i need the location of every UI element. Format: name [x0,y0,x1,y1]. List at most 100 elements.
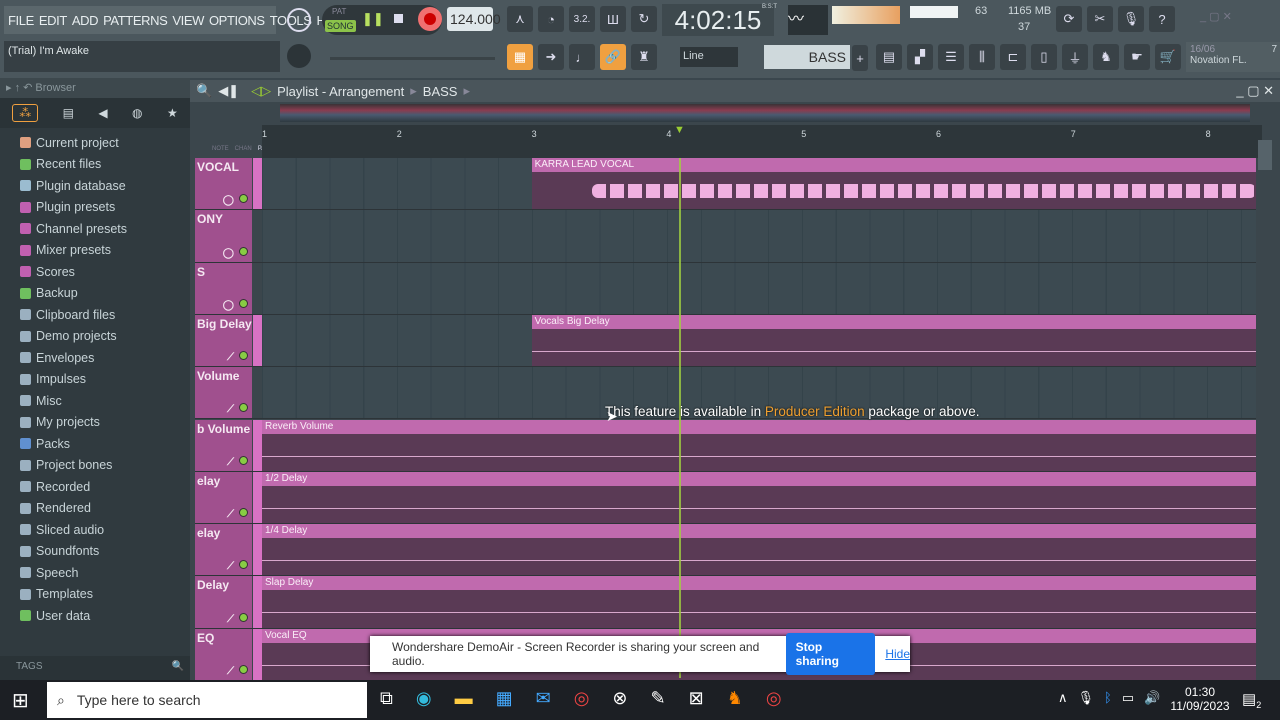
tempo-tap-icon[interactable]: ♞ [1093,44,1119,70]
chrome-icon[interactable]: ◎ [574,688,590,709]
tab-note[interactable]: NOTE [212,146,229,152]
channel-rack-icon[interactable]: ☰ [938,44,964,70]
volume-icon[interactable]: 🔊 [1144,690,1160,706]
playlist-track[interactable]: elay ⟋ 1/4 Delay [195,524,1256,577]
taskbar-search[interactable]: ⌕ Type here to search [47,682,367,718]
playlist-track[interactable]: b Volume ⟋ Reverb Volume [195,419,1256,472]
menu-patterns[interactable]: PATTERNS [103,13,168,28]
track-grid[interactable] [262,262,1256,314]
track-mute-led[interactable] [239,612,248,622]
browser-item[interactable]: Backup [0,283,190,305]
capcut-icon[interactable]: ⊠ [689,688,704,709]
browser-item[interactable]: Packs [0,433,190,455]
pattern-selector[interactable]: BASS [764,45,850,69]
tempo-display[interactable]: 124.000 [447,7,501,31]
pause-button[interactable]: ❚❚ [362,11,384,27]
track-mute-led[interactable] [239,664,248,674]
browser-item[interactable]: Envelopes [0,347,190,369]
time-format[interactable]: B:S:T [762,4,777,10]
browser-item[interactable]: Project bones [0,455,190,477]
track-header[interactable]: Delay ⟋ [195,576,252,628]
playlist-play-icon[interactable]: ◁▷ [251,83,271,99]
chevron-up-icon[interactable]: ∧ [1058,690,1068,706]
track-mute-led[interactable] [239,560,248,570]
notifications-icon[interactable]: ▤2 [1242,690,1261,710]
store-icon[interactable]: ▦ [496,688,513,709]
microphone-icon[interactable]: 🎙 [1078,690,1095,706]
playlist-snap-icon[interactable]: ▦ [507,44,533,70]
playlist-track[interactable]: ONY ◯ [195,210,1256,263]
cut-icon[interactable]: ✂ [1087,6,1113,32]
browser-item[interactable]: Plugin presets [0,197,190,219]
playlist-clip[interactable]: 1/4 Delay [262,524,1256,576]
browser-item[interactable]: Scores [0,261,190,283]
browser-item[interactable]: Impulses [0,369,190,391]
window-controls[interactable]: _ ▢ ✕ [1200,10,1232,23]
track-mute-led[interactable] [239,194,248,204]
app-icon[interactable]: ✎ [651,688,666,709]
browser-item[interactable]: Soundfonts [0,541,190,563]
track-header[interactable]: elay ⟋ [195,471,252,524]
browser-item[interactable]: Channel presets [0,218,190,240]
track-header[interactable]: EQ ⟋ [195,628,252,680]
add-pattern-icon[interactable]: + [852,45,868,71]
overview-scrollbar[interactable] [280,104,1250,122]
browser-item[interactable]: Plugin database [0,175,190,197]
bluetooth-icon[interactable]: ᛒ [1104,690,1112,706]
cart-icon[interactable]: 🛒 [1155,44,1181,70]
menu-edit[interactable]: EDIT [39,13,67,28]
battery-icon[interactable]: ▭ [1122,690,1134,706]
loop-record-icon[interactable]: ↻ [631,6,657,32]
playhead-marker[interactable]: ▼ [674,124,685,136]
metronome-icon[interactable]: ⋏ [507,6,533,32]
project-icon[interactable]: ▯ [1031,44,1057,70]
timeline-ruler[interactable]: 1 2 3 4 5 6 7 8 [262,125,1262,158]
wait-input-icon[interactable]: ◔ [538,6,564,32]
stamp-icon[interactable]: ♜ [631,44,657,70]
track-mute-led[interactable] [239,455,248,465]
track-mute-led[interactable] [239,351,248,361]
menu-file[interactable]: FILE [8,13,34,28]
countdown-icon[interactable]: 3.2. [569,6,595,32]
browser-item[interactable]: Speech [0,562,190,584]
track-mute-led[interactable] [239,508,248,518]
link-icon[interactable]: 🔗 [600,44,626,70]
browser-item[interactable]: Rendered [0,498,190,520]
hide-link[interactable]: Hide [885,647,910,661]
track-mute-led[interactable] [239,298,248,308]
playlist-clip[interactable]: 1/2 Delay [262,471,1256,524]
menu-add[interactable]: ADD [72,13,99,28]
star-tab-icon[interactable]: ★ [167,106,178,120]
task-view-icon[interactable]: ⧉ [380,688,393,709]
playlist-track[interactable]: Big Delay ⟋ Vocals Big Delay [195,314,1256,368]
app-icon[interactable]: ⊗ [612,688,627,709]
vertical-scrollbar[interactable] [1258,140,1272,170]
browser-item[interactable]: Sliced audio [0,519,190,541]
browser-item[interactable]: Clipboard files [0,304,190,326]
track-header[interactable]: b Volume ⟋ [195,419,252,471]
browser-item[interactable]: User data [0,605,190,627]
track-header[interactable]: ONY ◯ [195,210,252,262]
browser-item[interactable]: Demo projects [0,326,190,348]
browser-item[interactable]: Recorded [0,476,190,498]
undo-icon[interactable]: ⟳ [1056,6,1082,32]
browser-item[interactable]: Templates [0,584,190,606]
mixer-icon[interactable]: ⫼ [969,44,995,70]
playlist-track[interactable]: VOCAL ◯ KARRA LEAD VOCAL [195,158,1256,211]
browser-item[interactable]: Current project [0,132,190,154]
main-volume-knob[interactable] [287,8,311,32]
microphone-icon[interactable]: 🎙 [1118,6,1144,32]
playlist-clip[interactable]: KARRA LEAD VOCAL [531,158,1256,210]
playlist-track[interactable]: S ◯ [195,262,1256,315]
browser-icon[interactable]: ⊏ [1000,44,1026,70]
audio-tab-icon[interactable]: ⁂ [12,104,39,122]
browser-item[interactable]: My projects [0,412,190,434]
browser-item[interactable]: Misc [0,390,190,412]
help-icon[interactable]: ? [1149,6,1175,32]
track-header[interactable]: Volume ⟋ [195,367,252,419]
record-button[interactable] [418,7,442,31]
tab-chan[interactable]: CHAN [235,146,252,152]
mail-icon[interactable]: ✉ [536,688,551,709]
track-mute-led[interactable] [239,246,248,256]
windows-start-icon[interactable]: ⊞ [12,688,29,713]
